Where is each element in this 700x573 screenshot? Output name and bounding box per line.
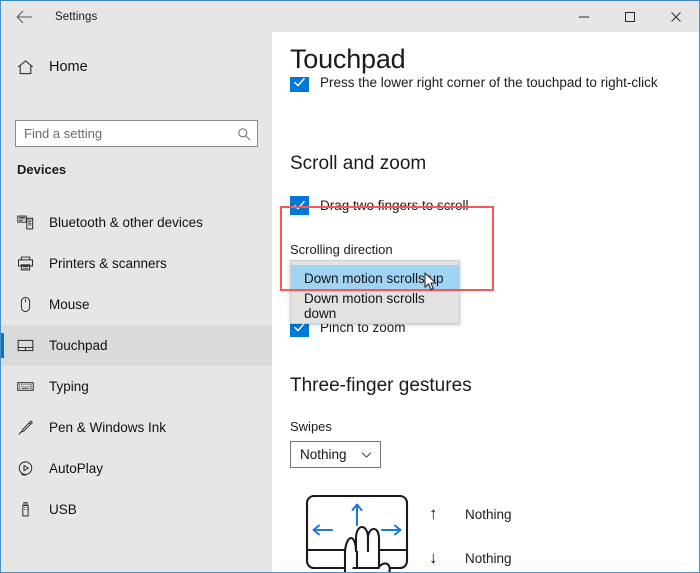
bluetooth-devices-icon [1, 214, 49, 231]
search-input[interactable] [16, 126, 231, 141]
sidebar-item-autoplay[interactable]: AutoPlay [1, 448, 272, 489]
sidebar-item-label: Mouse [49, 297, 90, 312]
sidebar-category-title: Devices [17, 162, 67, 177]
swipes-dropdown-value: Nothing [300, 447, 347, 462]
maximize-button[interactable] [607, 1, 653, 32]
back-button[interactable] [1, 1, 47, 32]
window-title: Settings [55, 10, 98, 23]
sidebar-item-label: Bluetooth & other devices [49, 215, 203, 230]
page-title: Touchpad [290, 44, 699, 77]
sidebar-item-pen-windows-ink[interactable]: Pen & Windows Ink [1, 407, 272, 448]
sidebar-item-printers-scanners[interactable]: Printers & scanners [1, 243, 272, 284]
sidebar-item-usb[interactable]: USB [1, 489, 272, 530]
mouse-icon [1, 296, 49, 313]
close-button[interactable] [653, 1, 699, 32]
drag-two-fingers-checkbox-row[interactable]: Drag two fingers to scroll [290, 196, 469, 215]
window-controls [561, 1, 699, 32]
sidebar-item-label: Typing [49, 379, 89, 394]
swipes-label: Swipes [290, 419, 332, 434]
section-heading-three-finger-gestures: Three-finger gestures [290, 375, 472, 396]
sidebar-item-label: Touchpad [49, 338, 108, 353]
pen-icon [1, 419, 49, 436]
down-arrow-icon: ↓ [429, 548, 438, 567]
sidebar: Home Devices [1, 32, 272, 572]
sidebar-item-label: USB [49, 502, 77, 517]
sidebar-home-label: Home [49, 59, 88, 75]
checkbox-checked-icon[interactable] [290, 196, 309, 215]
title-bar: Settings [1, 1, 699, 32]
search-box[interactable] [15, 120, 258, 147]
printer-icon [1, 255, 49, 272]
touchpad-icon [1, 337, 49, 354]
chevron-down-icon [361, 451, 372, 459]
close-icon [670, 11, 682, 23]
dropdown-option-down-motion-scrolls-down[interactable]: Down motion scrolls down [291, 291, 459, 321]
sidebar-nav-list: Bluetooth & other devices Printers & sca… [1, 202, 272, 530]
minimize-icon [578, 11, 590, 23]
maximize-icon [624, 11, 636, 23]
keyboard-icon [1, 378, 49, 395]
main-content: Press the lower right corner of the touc… [272, 32, 699, 572]
three-finger-touchpad-diagram [302, 493, 420, 572]
scrolling-direction-label: Scrolling direction [290, 242, 393, 257]
autoplay-icon [1, 460, 49, 477]
sidebar-item-label: Printers & scanners [49, 256, 167, 271]
legend-value: Nothing [465, 506, 512, 522]
sidebar-item-typing[interactable]: Typing [1, 366, 272, 407]
checkbox-label: Drag two fingers to scroll [320, 198, 469, 213]
back-arrow-icon [15, 10, 33, 24]
mouse-pointer-icon [424, 272, 438, 292]
up-arrow-icon: ↑ [429, 504, 438, 523]
sidebar-item-home[interactable]: Home [1, 49, 272, 85]
legend-row-up: ↑ Nothing [429, 492, 512, 536]
sidebar-item-label: Pen & Windows Ink [49, 420, 167, 435]
sidebar-item-bluetooth-other-devices[interactable]: Bluetooth & other devices [1, 202, 272, 243]
swipes-dropdown[interactable]: Nothing [290, 441, 381, 468]
gesture-legend: ↑ Nothing ↓ Nothing ← Nothing [429, 492, 512, 572]
section-heading-scroll-and-zoom: Scroll and zoom [290, 153, 427, 174]
usb-icon [1, 501, 49, 518]
checkbox-label: Press the lower right corner of the touc… [320, 75, 658, 90]
legend-value: Nothing [465, 550, 512, 566]
sidebar-item-touchpad[interactable]: Touchpad [1, 325, 272, 366]
settings-window: Settings Home Find a setting Devices Blu… [0, 0, 700, 573]
sidebar-item-mouse[interactable]: Mouse [1, 284, 272, 325]
search-icon [231, 127, 257, 141]
legend-row-down: ↓ Nothing [429, 536, 512, 572]
home-icon [1, 58, 49, 77]
minimize-button[interactable] [561, 1, 607, 32]
sidebar-item-label: AutoPlay [49, 461, 104, 476]
scrolling-direction-dropdown-list[interactable]: Down motion scrolls up Down motion scrol… [290, 260, 460, 324]
